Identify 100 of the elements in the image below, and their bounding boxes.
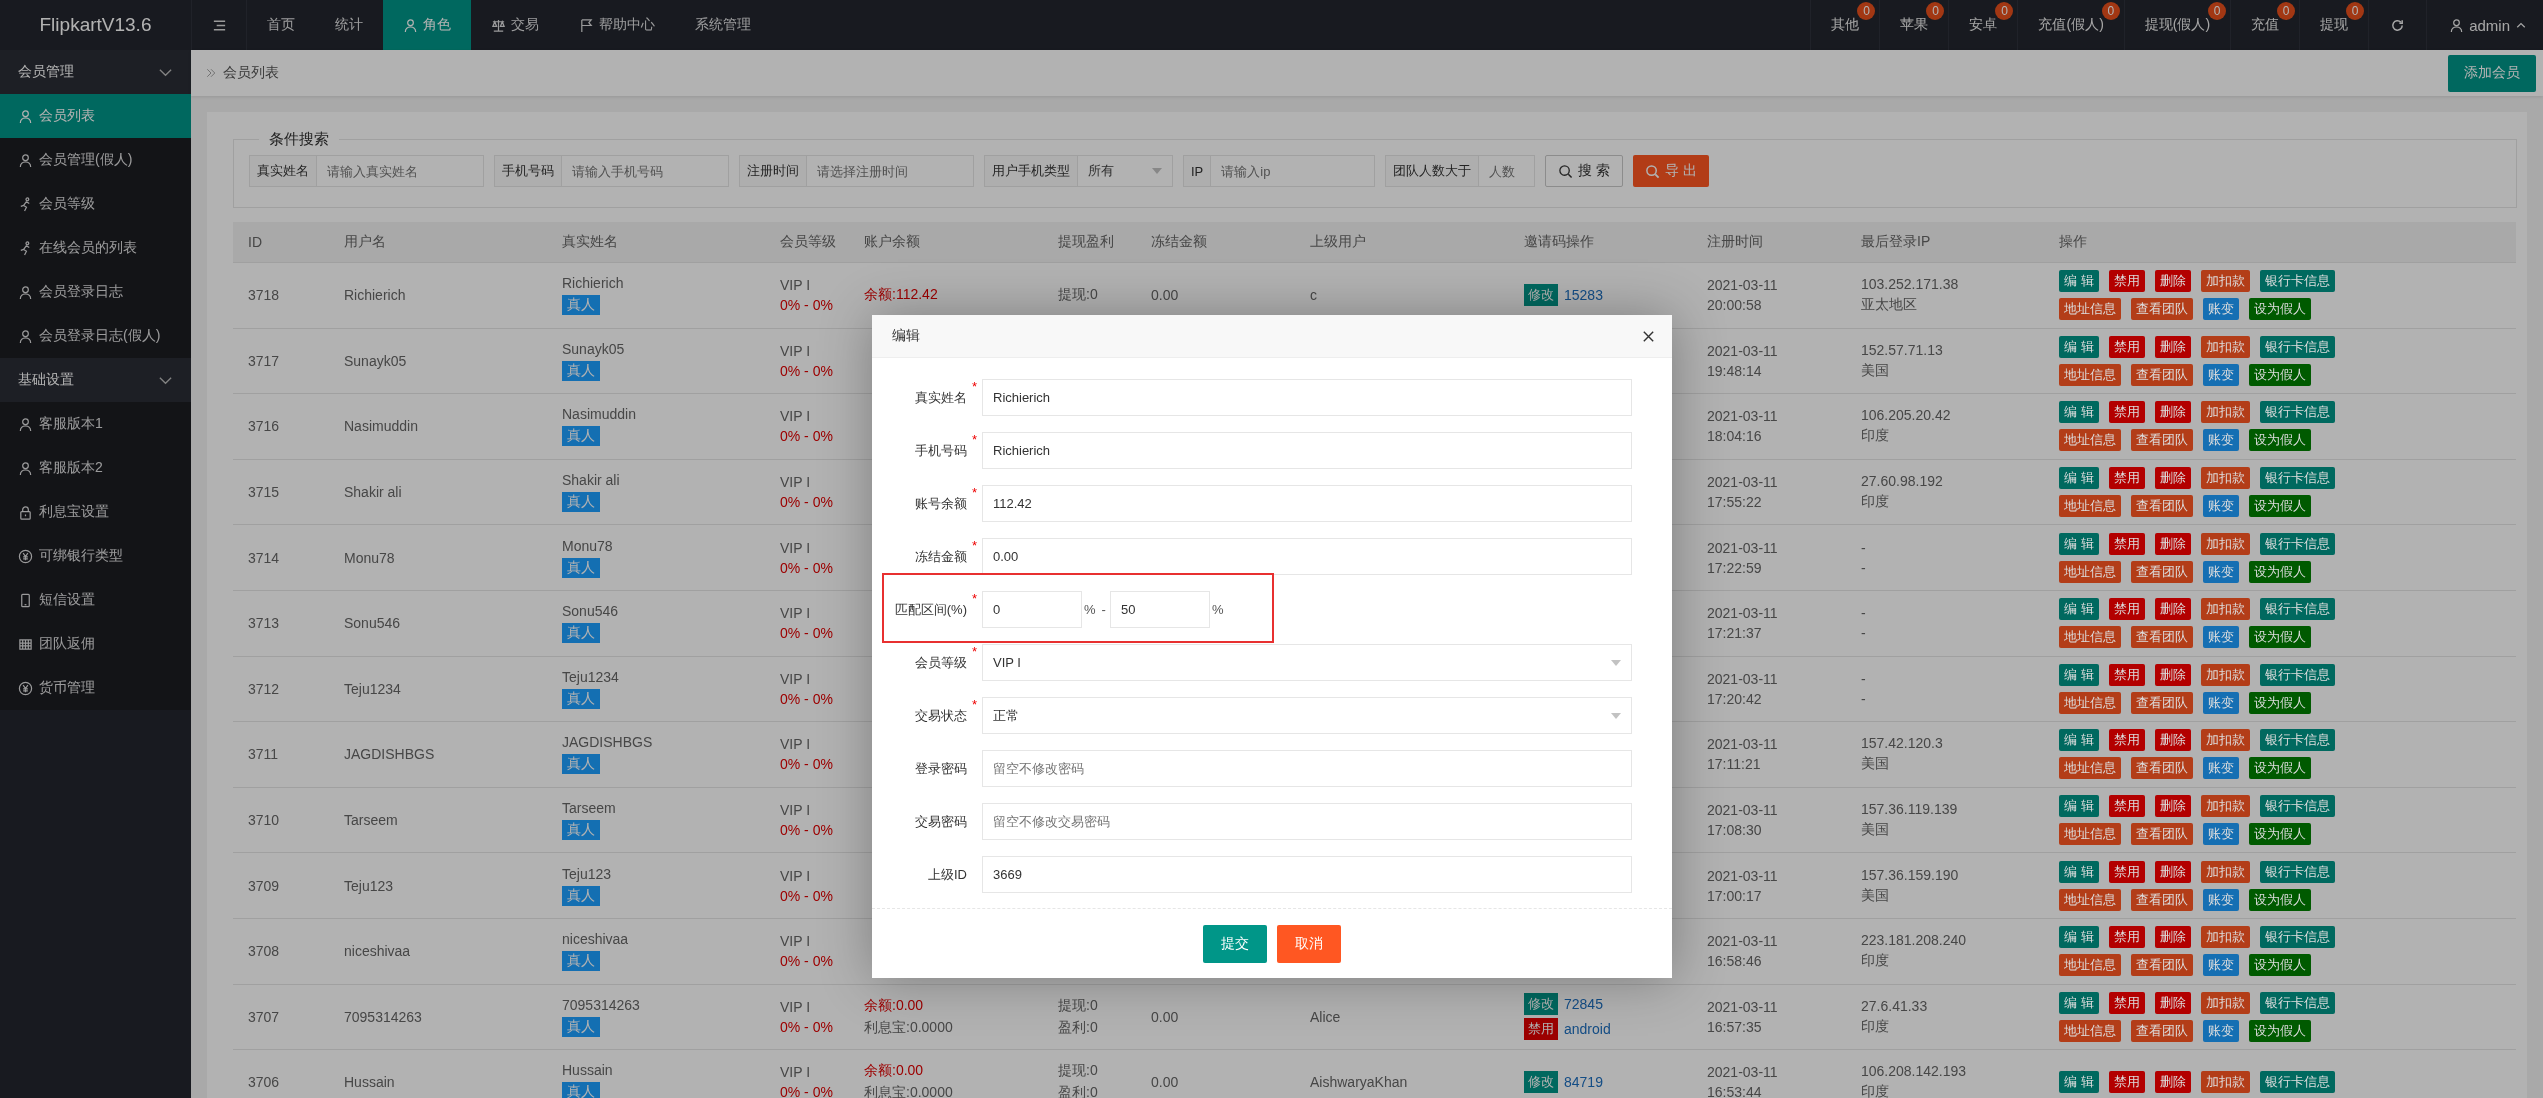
action-button[interactable]: 地址信息 — [2059, 954, 2121, 977]
input-field[interactable]: 留空不修改密码 — [982, 750, 1632, 787]
action-button[interactable]: 地址信息 — [2059, 429, 2121, 452]
select-field[interactable]: 正常 — [982, 697, 1632, 734]
action-button[interactable]: 查看团队 — [2131, 495, 2193, 518]
sidebar-group[interactable]: 基础设置 — [0, 358, 191, 402]
sidebar-item[interactable]: 在线会员的列表 — [0, 226, 191, 270]
action-button[interactable]: 删除 — [2154, 991, 2191, 1014]
action-button[interactable]: 禁用 — [2108, 729, 2145, 752]
action-button[interactable]: 禁用 — [2108, 991, 2145, 1014]
action-button[interactable]: 查看团队 — [2131, 626, 2193, 649]
action-button[interactable]: 加扣款 — [2200, 860, 2250, 883]
action-button[interactable]: 银行卡信息 — [2259, 860, 2335, 883]
sidebar-item[interactable]: 会员等级 — [0, 182, 191, 226]
action-button[interactable]: 禁用 — [2108, 795, 2145, 818]
action-button[interactable]: 地址信息 — [2059, 757, 2121, 780]
action-button[interactable]: 禁用 — [2108, 860, 2145, 883]
action-button[interactable]: 编 辑 — [2059, 991, 2099, 1014]
nav-tab[interactable]: 统计 — [315, 0, 383, 50]
nav-tab[interactable]: 首页 — [247, 0, 315, 50]
action-button[interactable]: 删除 — [2154, 795, 2191, 818]
select-field[interactable]: VIP I — [982, 644, 1632, 681]
action-button[interactable]: 地址信息 — [2059, 363, 2121, 386]
action-button[interactable]: 禁用 — [2108, 270, 2145, 293]
action-button[interactable]: 删除 — [2154, 729, 2191, 752]
action-button[interactable]: 禁用 — [2108, 532, 2145, 555]
action-button[interactable]: 禁用 — [2108, 926, 2145, 949]
edit-button[interactable]: 修改 — [1524, 1071, 1558, 1094]
action-button[interactable]: 银行卡信息 — [2259, 532, 2335, 555]
input-field[interactable]: 0 — [982, 591, 1082, 628]
action-button[interactable]: 删除 — [2154, 860, 2191, 883]
action-button[interactable]: 删除 — [2154, 467, 2191, 490]
sidebar-item[interactable]: 可绑银行类型 — [0, 534, 191, 578]
action-button[interactable]: 编 辑 — [2059, 860, 2099, 883]
action-button[interactable]: 地址信息 — [2059, 888, 2121, 911]
nav-tab[interactable]: 角色 — [383, 0, 471, 50]
nav-tab[interactable]: 系统管理 — [675, 0, 771, 50]
action-button[interactable]: 账变 — [2203, 429, 2239, 452]
action-button[interactable]: 银行卡信息 — [2259, 598, 2335, 621]
action-button[interactable]: 禁用 — [2108, 335, 2145, 358]
invite-code-link[interactable]: 15283 — [1564, 287, 1603, 304]
edit-button[interactable]: 修改 — [1524, 284, 1558, 307]
action-button[interactable]: 删除 — [2154, 1071, 2191, 1094]
action-button[interactable]: 设为假人 — [2249, 560, 2311, 583]
action-button[interactable]: 账变 — [2203, 298, 2239, 321]
action-button[interactable]: 编 辑 — [2059, 335, 2099, 358]
action-button[interactable]: 编 辑 — [2059, 663, 2099, 686]
action-button[interactable]: 加扣款 — [2200, 532, 2250, 555]
action-button[interactable]: 设为假人 — [2249, 495, 2311, 518]
action-button[interactable]: 地址信息 — [2059, 1019, 2121, 1042]
action-button[interactable]: 加扣款 — [2200, 991, 2250, 1014]
action-button[interactable]: 银行卡信息 — [2259, 401, 2335, 424]
action-button[interactable]: 设为假人 — [2249, 888, 2311, 911]
action-button[interactable]: 编 辑 — [2059, 729, 2099, 752]
action-button[interactable]: 账变 — [2203, 691, 2239, 714]
action-button[interactable]: 删除 — [2154, 663, 2191, 686]
action-button[interactable]: 加扣款 — [2200, 795, 2250, 818]
action-button[interactable]: 设为假人 — [2249, 626, 2311, 649]
add-member-button[interactable]: 添加会员 — [2448, 54, 2536, 92]
action-button[interactable]: 地址信息 — [2059, 691, 2121, 714]
action-button[interactable]: 加扣款 — [2200, 335, 2250, 358]
input-field[interactable]: 请输入手机号码 — [562, 155, 729, 187]
action-button[interactable]: 删除 — [2154, 926, 2191, 949]
action-button[interactable]: 删除 — [2154, 532, 2191, 555]
action-button[interactable]: 账变 — [2203, 626, 2239, 649]
action-button[interactable]: 删除 — [2154, 270, 2191, 293]
action-button[interactable]: 查看团队 — [2131, 888, 2193, 911]
sidebar-item[interactable]: 会员管理(假人) — [0, 138, 191, 182]
input-field[interactable]: 留空不修改交易密码 — [982, 803, 1632, 840]
input-field[interactable]: Richierich — [982, 379, 1632, 416]
action-button[interactable]: 账变 — [2203, 954, 2239, 977]
export-button[interactable]: 导 出 — [1632, 155, 1709, 187]
action-button[interactable]: 加扣款 — [2200, 729, 2250, 752]
input-field[interactable]: 112.42 — [982, 485, 1632, 522]
cancel-button[interactable]: 取消 — [1277, 925, 1341, 963]
action-button[interactable]: 禁用 — [2108, 1071, 2145, 1094]
action-button[interactable]: 设为假人 — [2249, 691, 2311, 714]
action-button[interactable]: 账变 — [2203, 495, 2239, 518]
sidebar-group[interactable]: 会员管理 — [0, 50, 191, 94]
action-button[interactable]: 编 辑 — [2059, 598, 2099, 621]
sidebar-item[interactable]: 会员登录日志(假人) — [0, 314, 191, 358]
action-button[interactable]: 银行卡信息 — [2259, 335, 2335, 358]
input-field[interactable]: 请选择注册时间 — [807, 155, 974, 187]
action-button[interactable]: 禁用 — [2108, 598, 2145, 621]
invite-code-link[interactable]: 84719 — [1564, 1074, 1603, 1091]
action-button[interactable]: 加扣款 — [2200, 270, 2250, 293]
action-button[interactable]: 编 辑 — [2059, 926, 2099, 949]
action-button[interactable]: 删除 — [2154, 401, 2191, 424]
action-button[interactable]: 设为假人 — [2249, 954, 2311, 977]
action-button[interactable]: 设为假人 — [2249, 823, 2311, 846]
action-button[interactable]: 设为假人 — [2249, 298, 2311, 321]
action-button[interactable]: 银行卡信息 — [2259, 729, 2335, 752]
action-button[interactable]: 银行卡信息 — [2259, 467, 2335, 490]
action-button[interactable]: 设为假人 — [2249, 1019, 2311, 1042]
input-field[interactable]: Richierich — [982, 432, 1632, 469]
action-button[interactable]: 加扣款 — [2200, 598, 2250, 621]
action-button[interactable]: 编 辑 — [2059, 795, 2099, 818]
action-button[interactable]: 编 辑 — [2059, 270, 2099, 293]
action-button[interactable]: 查看团队 — [2131, 954, 2193, 977]
input-field[interactable]: 50 — [1109, 591, 1210, 628]
